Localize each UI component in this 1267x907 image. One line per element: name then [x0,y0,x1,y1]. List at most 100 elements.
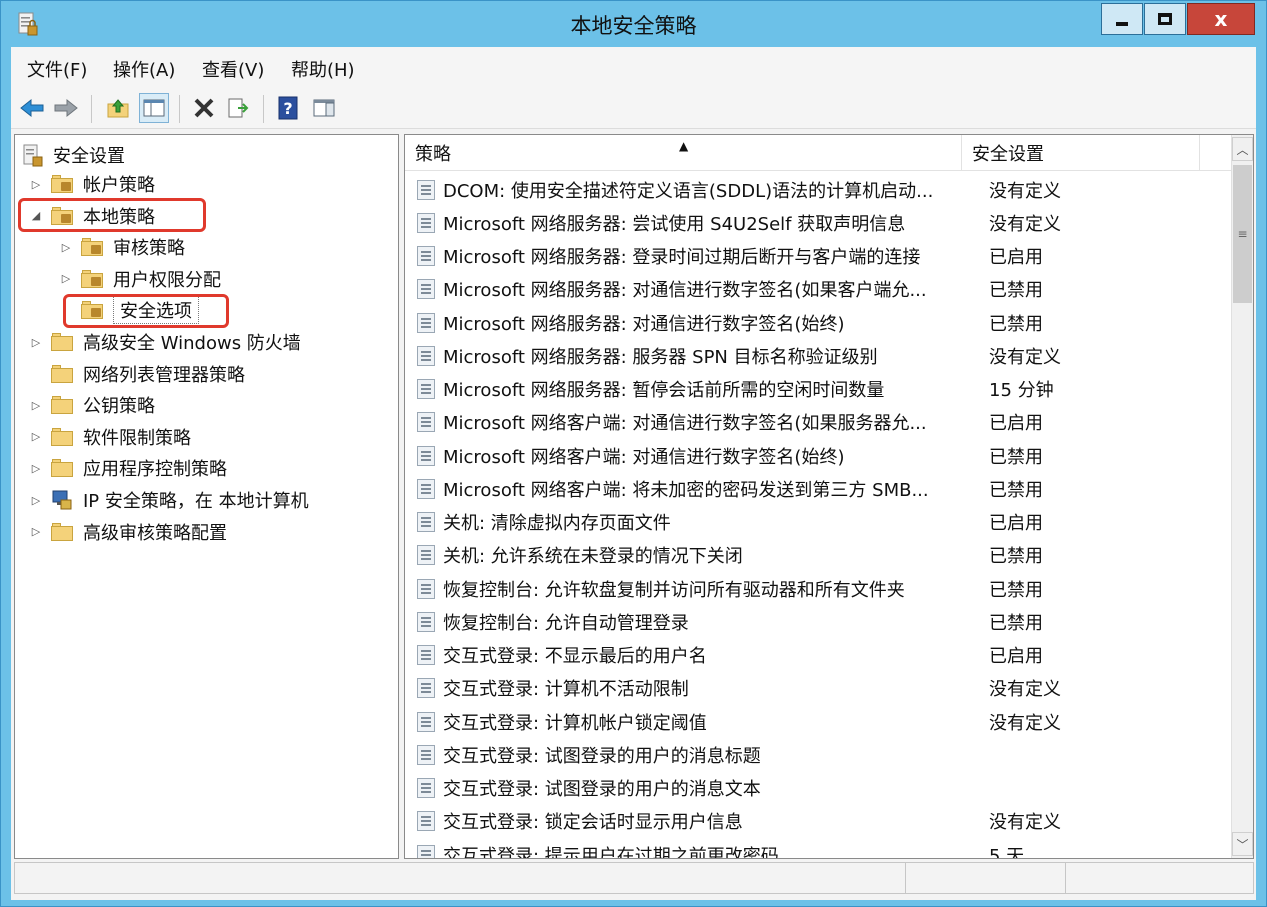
tree-root[interactable]: 安全设置 [23,140,125,170]
expander-icon[interactable]: ▷ [29,462,43,475]
tree-item[interactable]: ▷ 高级审核策略配置 [29,517,227,547]
toolbar-separator [179,95,180,123]
maximize-button[interactable] [1144,3,1186,35]
tree-item[interactable]: 网络列表管理器策略 [29,359,245,389]
policy-row[interactable]: 交互式登录: 提示用户在过期之前更改密码 5 天 [405,838,1231,859]
highlight-security-options [63,294,229,328]
policy-name: 交互式登录: 提示用户在过期之前更改密码 [443,845,779,859]
policy-folder-icon [81,269,103,288]
forward-button[interactable] [51,93,81,123]
status-bar [14,862,1254,894]
tree-item-label: 网络列表管理器策略 [83,364,245,386]
show-hide-tree-button[interactable] [139,93,169,123]
expander-icon[interactable]: ▷ [29,430,43,443]
policy-item-icon [417,678,435,699]
policy-row[interactable]: Microsoft 网络服务器: 对通信进行数字签名(如果客户端允... 已禁用 [405,273,1231,306]
policy-setting-value: 已禁用 [989,313,1043,335]
menu-help[interactable]: 帮助(H) [291,56,355,82]
policy-name: 关机: 清除虚拟内存页面文件 [443,513,671,534]
tree-item[interactable]: ▷ IP 安全策略，在 本地计算机 [29,485,309,515]
menu-file[interactable]: 文件(F) [27,56,87,82]
policy-row[interactable]: Microsoft 网络客户端: 对通信进行数字签名(始终) 已禁用 [405,439,1231,472]
policy-row[interactable]: 交互式登录: 锁定会话时显示用户信息 没有定义 [405,805,1231,838]
policy-row[interactable]: Microsoft 网络服务器: 暂停会话前所需的空闲时间数量 15 分钟 [405,373,1231,406]
expander-icon[interactable]: ▷ [29,494,43,507]
policy-row[interactable]: 关机: 清除虚拟内存页面文件 已启用 [405,506,1231,539]
close-button[interactable]: x [1187,3,1255,35]
expander-icon[interactable]: ▷ [59,241,73,254]
menu-action[interactable]: 操作(A) [113,56,175,82]
policy-row[interactable]: DCOM: 使用安全描述符定义语言(SDDL)语法的计算机启动... 没有定义 [405,173,1231,206]
policy-item-icon [417,545,435,566]
tree-item[interactable]: ▷ 公钥策略 [29,390,155,420]
up-level-button[interactable] [103,93,133,123]
policy-name: 交互式登录: 锁定会话时显示用户信息 [443,812,743,834]
action-pane-button[interactable] [309,93,339,123]
up-folder-icon [107,99,129,118]
policy-setting-value: 已禁用 [989,546,1043,568]
chevron-down-icon: ﹀ [1236,837,1249,852]
scroll-up-button[interactable]: ︿ [1232,137,1253,161]
back-button[interactable] [17,93,47,123]
policy-item-icon [417,379,435,399]
policy-name: DCOM: 使用安全描述符定义语言(SDDL)语法的计算机启动... [443,180,934,202]
policy-name: Microsoft 网络服务器: 尝试使用 S4U2Self 获取声明信息 [443,213,906,235]
policy-row[interactable]: 交互式登录: 计算机帐户锁定阈值 没有定义 [405,705,1231,738]
policy-name: Microsoft 网络客户端: 对通信进行数字签名(如果服务器允... [443,413,927,435]
policy-row[interactable]: 恢复控制台: 允许自动管理登录 已禁用 [405,605,1231,638]
policy-name: 恢复控制台: 允许软盘复制并访问所有驱动器和所有文件夹 [443,579,905,601]
title-bar[interactable]: 本地安全策略 x [1,1,1266,47]
scroll-down-button[interactable]: ﹀ [1232,832,1253,856]
policy-row[interactable]: 交互式登录: 试图登录的用户的消息文本 [405,772,1231,805]
expander-icon[interactable]: ▷ [29,178,43,191]
policy-setting-value: 已启用 [989,513,1043,534]
menu-view[interactable]: 查看(V) [202,56,264,82]
policy-row[interactable]: 关机: 允许系统在未登录的情况下关闭 已禁用 [405,539,1231,572]
expander-icon[interactable]: ▷ [29,525,43,538]
tree-item[interactable]: ▷ 用户权限分配 [59,264,221,294]
help-button[interactable]: ? [273,93,303,123]
toolbar-separator [263,95,264,123]
tree-root-label: 安全设置 [53,146,125,167]
vertical-scrollbar[interactable]: ︿ ≡ ﹀ [1231,135,1253,858]
tree-item[interactable]: ▷ 高级安全 Windows 防火墙 [29,327,301,357]
policy-name: 关机: 允许系统在未登录的情况下关闭 [443,546,743,568]
policy-row[interactable]: 恢复控制台: 允许软盘复制并访问所有驱动器和所有文件夹 已禁用 [405,572,1231,605]
policy-setting-value: 已禁用 [989,446,1043,468]
policy-item-icon [417,778,435,798]
policy-setting-value: 没有定义 [989,812,1061,834]
expander-icon[interactable]: ▷ [29,399,43,412]
minimize-button[interactable] [1101,3,1143,35]
tree-item-label: 高级安全 Windows 防火墙 [83,333,301,354]
tree-item[interactable]: ▷ 软件限制策略 [29,422,191,452]
tree-item-label: 高级审核策略配置 [83,522,227,544]
policy-list-pane: 策略 ▲ 安全设置 DCOM: 使用安全描述符定义语言(SDDL)语法的计算机启… [404,134,1254,859]
tree-item-label: 应用程序控制策略 [83,459,227,481]
policy-row[interactable]: Microsoft 网络服务器: 对通信进行数字签名(始终) 已禁用 [405,306,1231,339]
policy-row[interactable]: Microsoft 网络服务器: 尝试使用 S4U2Self 获取声明信息 没有定… [405,206,1231,239]
policy-row[interactable]: Microsoft 网络客户端: 将未加密的密码发送到第三方 SMB... 已禁用 [405,472,1231,505]
policy-row[interactable]: Microsoft 网络客户端: 对通信进行数字签名(如果服务器允... 已启用 [405,406,1231,439]
expander-icon[interactable]: ▷ [59,272,73,285]
app-window: 本地安全策略 x 文件(F) 操作(A) 查看(V) 帮助(H) ? 安全设置 … [0,0,1267,907]
export-list-button[interactable] [223,93,253,123]
expander-icon[interactable]: ▷ [29,336,43,349]
maximize-icon [1158,13,1172,25]
column-header-setting[interactable]: 安全设置 [962,135,1200,171]
delete-button[interactable] [189,93,219,123]
policy-name: Microsoft 网络客户端: 将未加密的密码发送到第三方 SMB... [443,479,929,501]
tree-item[interactable]: ▷ 应用程序控制策略 [29,453,227,483]
policy-setting-value: 已启用 [989,247,1043,268]
policy-row[interactable]: Microsoft 网络服务器: 服务器 SPN 目标名称验证级别 没有定义 [405,339,1231,372]
policy-row[interactable]: 交互式登录: 试图登录的用户的消息标题 [405,738,1231,771]
policy-row[interactable]: Microsoft 网络服务器: 登录时间过期后断开与客户端的连接 已启用 [405,240,1231,273]
policy-folder-icon [81,238,103,257]
policy-setting-value: 已禁用 [989,612,1043,634]
security-settings-icon [23,144,43,167]
policy-row[interactable]: 交互式登录: 不显示最后的用户名 已启用 [405,639,1231,672]
toolbar-separator [91,95,92,123]
tree-item[interactable]: ▷ 帐户策略 [29,169,155,199]
policy-row[interactable]: 交互式登录: 计算机不活动限制 没有定义 [405,672,1231,705]
tree-item[interactable]: ▷ 审核策略 [59,232,185,262]
scroll-thumb[interactable]: ≡ [1233,165,1252,303]
